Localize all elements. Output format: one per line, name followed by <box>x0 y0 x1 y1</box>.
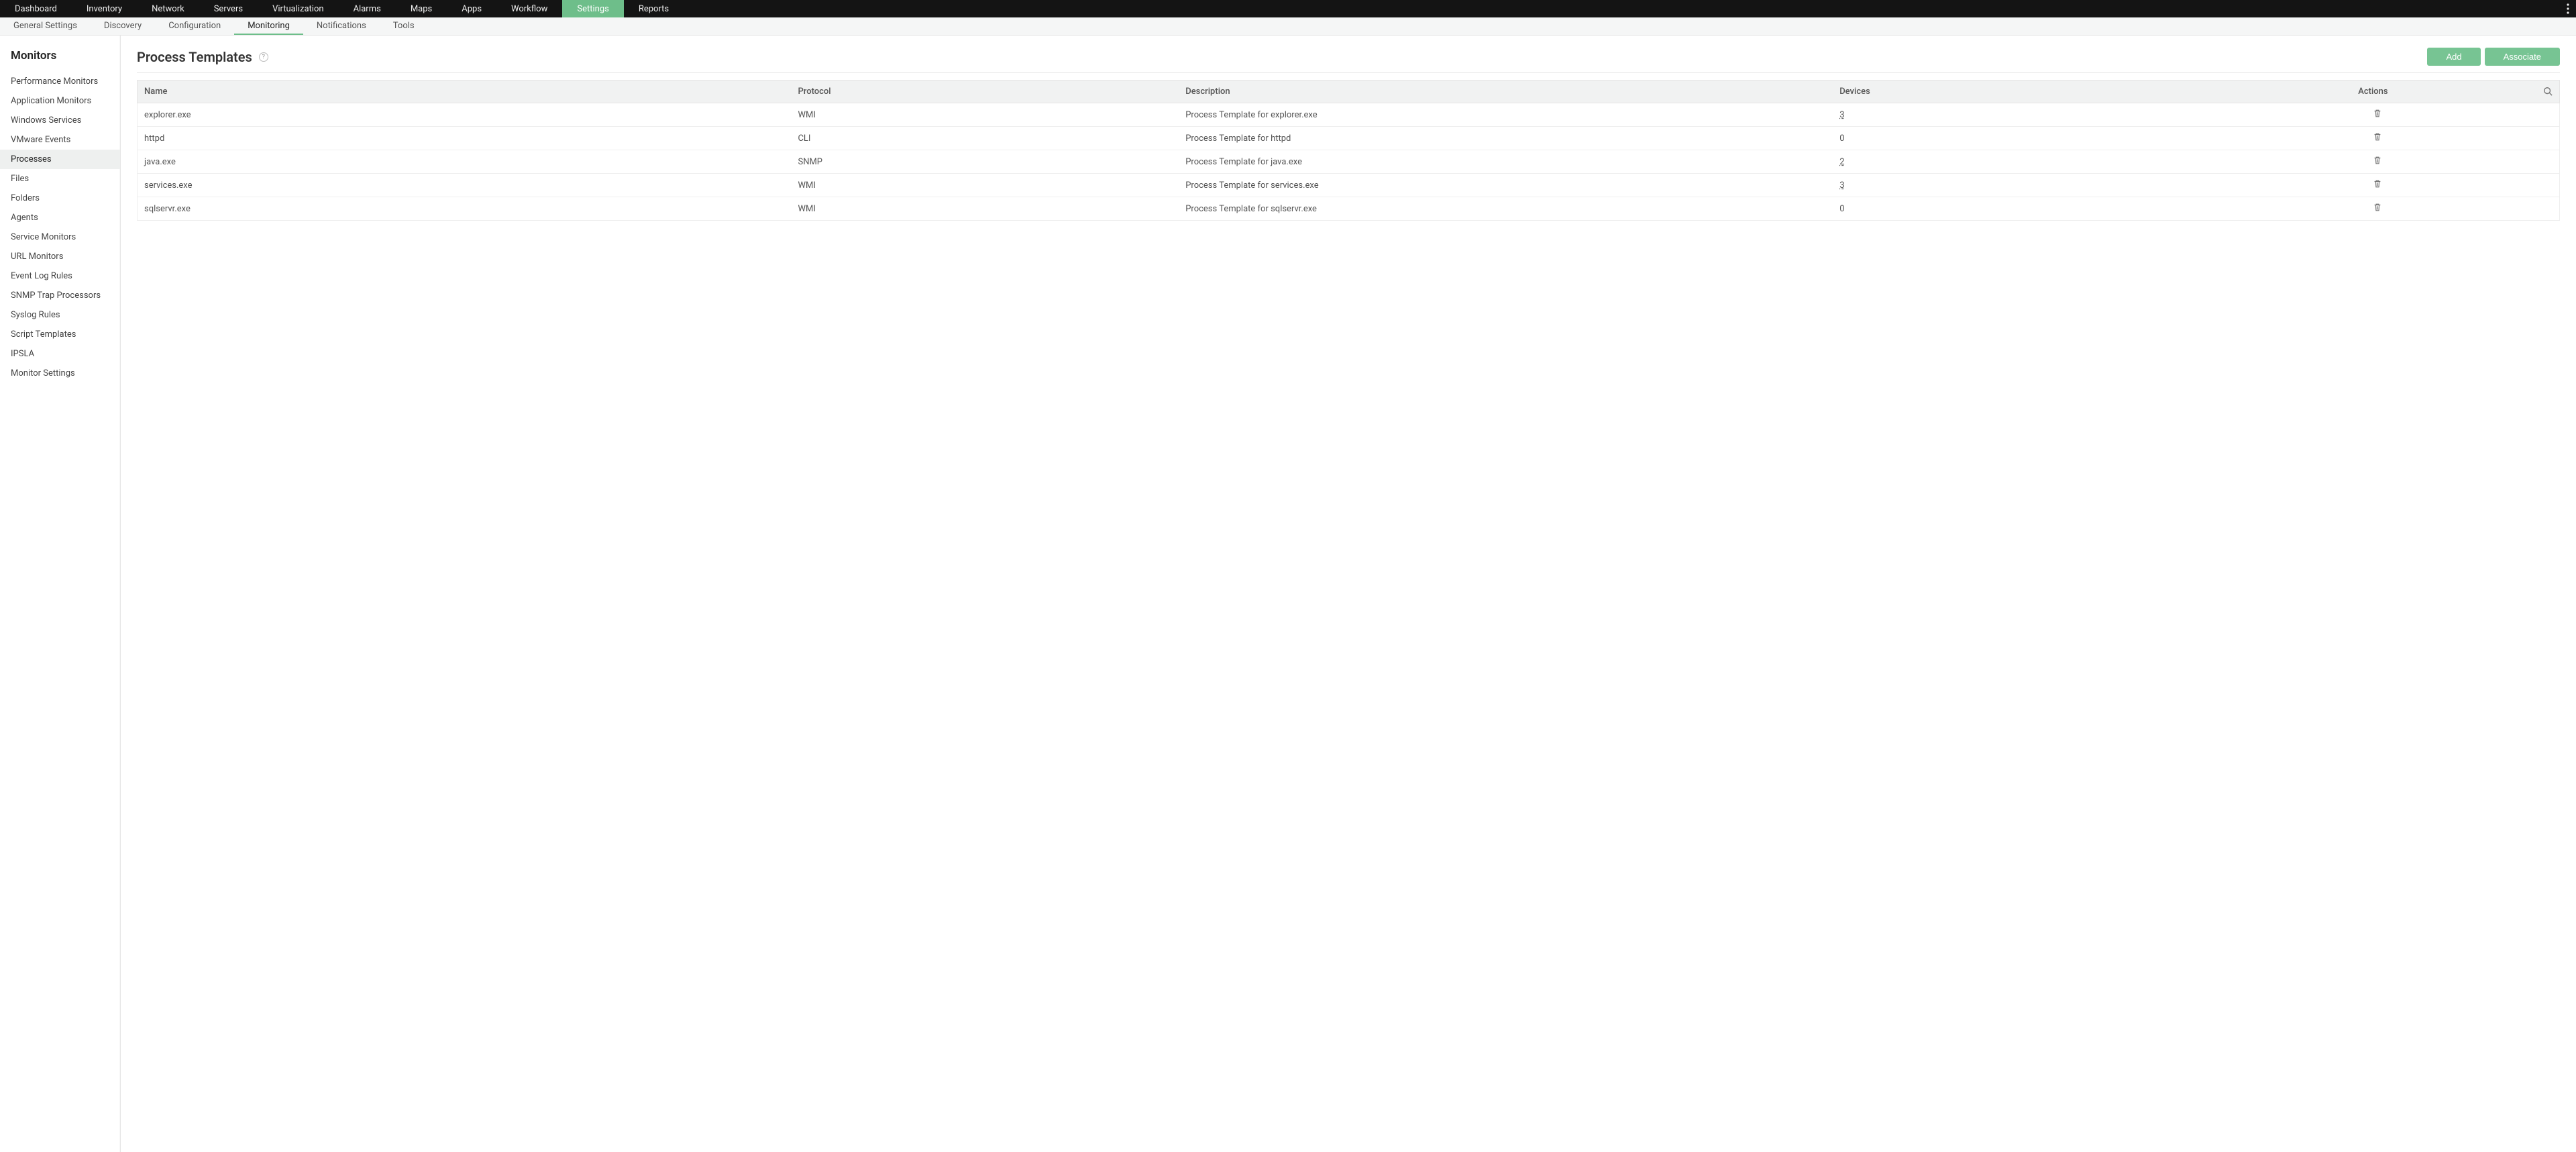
cell-actions <box>2196 174 2560 197</box>
cell-description: Process Template for java.exe <box>1179 150 1833 174</box>
search-icon[interactable] <box>2543 87 2553 96</box>
table-row: java.exeSNMPProcess Template for java.ex… <box>138 150 2560 174</box>
top-nav: DashboardInventoryNetworkServersVirtuali… <box>0 0 2576 17</box>
trash-icon[interactable] <box>2373 179 2382 189</box>
trash-icon[interactable] <box>2373 109 2382 118</box>
cell-protocol: CLI <box>791 127 1179 150</box>
cell-name[interactable]: sqlservr.exe <box>138 197 792 221</box>
sidebar-item-script-templates[interactable]: Script Templates <box>0 325 120 344</box>
subnav-item-notifications[interactable]: Notifications <box>303 17 380 35</box>
topnav-item-reports[interactable]: Reports <box>624 0 684 17</box>
topnav-item-dashboard[interactable]: Dashboard <box>0 0 72 17</box>
sidebar-item-monitor-settings[interactable]: Monitor Settings <box>0 364 120 383</box>
page-title: Process Templates <box>137 49 252 65</box>
cell-protocol: WMI <box>791 103 1179 127</box>
process-templates-table: Name Protocol Description Devices Action… <box>137 80 2560 221</box>
subnav-item-monitoring[interactable]: Monitoring <box>234 17 303 35</box>
sidebar-item-processes[interactable]: Processes <box>0 150 120 169</box>
table-row: services.exeWMIProcess Template for serv… <box>138 174 2560 197</box>
cell-protocol: WMI <box>791 174 1179 197</box>
devices-link[interactable]: 3 <box>1839 180 1844 191</box>
cell-name[interactable]: httpd <box>138 127 792 150</box>
th-devices[interactable]: Devices <box>1833 81 2196 103</box>
cell-description: Process Template for httpd <box>1179 127 1833 150</box>
topnav-item-inventory[interactable]: Inventory <box>72 0 137 17</box>
th-description[interactable]: Description <box>1179 81 1833 103</box>
add-button[interactable]: Add <box>2427 48 2480 66</box>
topnav-item-workflow[interactable]: Workflow <box>496 0 562 17</box>
topnav-item-apps[interactable]: Apps <box>447 0 496 17</box>
table-row: explorer.exeWMIProcess Template for expl… <box>138 103 2560 127</box>
th-protocol[interactable]: Protocol <box>791 81 1179 103</box>
cell-actions <box>2196 150 2560 174</box>
sidebar-item-application-monitors[interactable]: Application Monitors <box>0 91 120 111</box>
cell-protocol: WMI <box>791 197 1179 221</box>
cell-name[interactable]: explorer.exe <box>138 103 792 127</box>
sidebar-item-snmp-trap-processors[interactable]: SNMP Trap Processors <box>0 286 120 305</box>
sidebar-item-ipsla[interactable]: IPSLA <box>0 344 120 364</box>
th-name[interactable]: Name <box>138 81 792 103</box>
cell-name[interactable]: services.exe <box>138 174 792 197</box>
subnav-item-tools[interactable]: Tools <box>380 17 428 35</box>
table-row: sqlservr.exeWMIProcess Template for sqls… <box>138 197 2560 221</box>
cell-actions <box>2196 127 2560 150</box>
subnav-item-configuration[interactable]: Configuration <box>155 17 234 35</box>
topnav-item-alarms[interactable]: Alarms <box>339 0 396 17</box>
trash-icon[interactable] <box>2373 156 2382 165</box>
topnav-item-network[interactable]: Network <box>137 0 199 17</box>
sidebar-item-files[interactable]: Files <box>0 169 120 189</box>
cell-description: Process Template for services.exe <box>1179 174 1833 197</box>
topnav-item-settings[interactable]: Settings <box>562 0 623 17</box>
trash-icon[interactable] <box>2373 132 2382 142</box>
associate-button[interactable]: Associate <box>2485 48 2560 66</box>
topnav-item-maps[interactable]: Maps <box>396 0 447 17</box>
cell-devices: 0 <box>1833 127 2196 150</box>
topnav-item-servers[interactable]: Servers <box>199 0 258 17</box>
sidebar-item-performance-monitors[interactable]: Performance Monitors <box>0 72 120 91</box>
page-header: Process Templates ? Add Associate <box>137 48 2560 73</box>
cell-description: Process Template for sqlservr.exe <box>1179 197 1833 221</box>
subnav-item-discovery[interactable]: Discovery <box>91 17 155 35</box>
sub-nav: General SettingsDiscoveryConfigurationMo… <box>0 17 2576 36</box>
subnav-item-general-settings[interactable]: General Settings <box>0 17 91 35</box>
help-icon[interactable]: ? <box>259 52 268 62</box>
table-row: httpdCLIProcess Template for httpd0 <box>138 127 2560 150</box>
sidebar-item-url-monitors[interactable]: URL Monitors <box>0 247 120 266</box>
sidebar-item-agents[interactable]: Agents <box>0 208 120 227</box>
cell-protocol: SNMP <box>791 150 1179 174</box>
sidebar-heading: Monitors <box>0 45 120 72</box>
sidebar-item-service-monitors[interactable]: Service Monitors <box>0 227 120 247</box>
sidebar: Monitors Performance MonitorsApplication… <box>0 36 121 1152</box>
sidebar-item-syslog-rules[interactable]: Syslog Rules <box>0 305 120 325</box>
cell-name[interactable]: java.exe <box>138 150 792 174</box>
sidebar-item-event-log-rules[interactable]: Event Log Rules <box>0 266 120 286</box>
devices-link[interactable]: 2 <box>1839 157 1844 167</box>
sidebar-item-vmware-events[interactable]: VMware Events <box>0 130 120 150</box>
devices-link[interactable]: 3 <box>1839 110 1844 120</box>
sidebar-item-folders[interactable]: Folders <box>0 189 120 208</box>
cell-actions <box>2196 197 2560 221</box>
cell-devices: 3 <box>1833 174 2196 197</box>
cell-devices: 0 <box>1833 197 2196 221</box>
th-actions: Actions <box>2196 81 2560 103</box>
more-menu-icon[interactable] <box>2567 0 2569 17</box>
th-actions-label: Actions <box>2358 87 2387 97</box>
cell-actions <box>2196 103 2560 127</box>
cell-description: Process Template for explorer.exe <box>1179 103 1833 127</box>
cell-devices: 3 <box>1833 103 2196 127</box>
main-content: Process Templates ? Add Associate Name P… <box>121 36 2576 1152</box>
trash-icon[interactable] <box>2373 203 2382 212</box>
sidebar-item-windows-services[interactable]: Windows Services <box>0 111 120 130</box>
topnav-item-virtualization[interactable]: Virtualization <box>258 0 339 17</box>
cell-devices: 2 <box>1833 150 2196 174</box>
